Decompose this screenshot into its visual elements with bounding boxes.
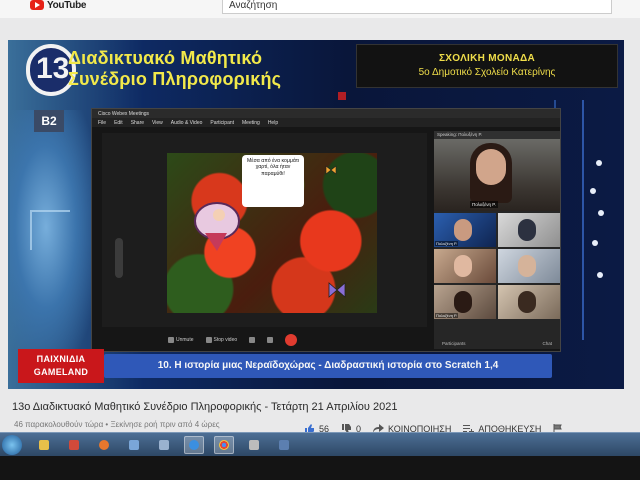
participant-caption: Πολυξένη Ρ.	[435, 313, 459, 318]
category-line2: GAMELAND	[33, 367, 89, 377]
red-marker	[338, 92, 346, 100]
conference-title-line1: Διαδικτυακό Μαθητικό	[68, 48, 263, 68]
menu-item-audio-video[interactable]: Audio & Video	[171, 120, 203, 126]
participant-tile[interactable]: Πολυξένη Ρ.	[434, 213, 496, 247]
chrome-icon[interactable]	[214, 436, 234, 454]
monitor-bezel	[0, 456, 640, 480]
webex-window-title: Cisco Webex Meetings	[98, 110, 150, 117]
more-icon	[267, 337, 274, 343]
stop-video-button[interactable]: Stop video	[205, 337, 237, 343]
conference-logo-number: 13	[36, 52, 70, 85]
category-line1: ΠΑΙΧΝΙΔΙΑ	[36, 354, 86, 364]
webex-controls: Unmute Stop video	[102, 331, 427, 349]
panel-footer: Participants Chat	[434, 339, 560, 349]
share-side-handle[interactable]	[115, 238, 123, 278]
participants-button[interactable]: Participants	[442, 339, 466, 349]
webex-titlebar: Cisco Webex Meetings	[92, 109, 560, 118]
dot	[592, 240, 598, 246]
dot	[598, 210, 604, 216]
app-icon[interactable]	[124, 436, 144, 454]
participant-tile[interactable]	[498, 249, 560, 283]
printer-icon[interactable]	[244, 436, 264, 454]
conference-title: Διαδικτυακό Μαθητικό Συνέδριο Πληροφορικ…	[68, 48, 281, 90]
search-input[interactable]: Αναζήτηση	[222, 0, 612, 14]
participant-tiles: Πολυξένη Ρ. Πολυξένη Ρ.	[434, 213, 560, 319]
speech-bubble: Μέσα από ένα κομμάτι χαρτί, όλα ήταν παρ…	[242, 155, 304, 207]
participant-caption: Πολυξένη Ρ.	[435, 241, 459, 246]
speaking-label: Speaking: Πολυξένη Ρ.	[434, 131, 560, 139]
category-badge: ΠΑΙΧΝΙΔΙΑ GAMELAND	[18, 349, 104, 383]
session-title-banner: 10. Η ιστορία μιας Νεραϊδοχώρας - Διαδρα…	[104, 354, 552, 378]
menu-item-participant[interactable]: Participant	[210, 120, 234, 126]
menu-item-edit[interactable]: Edit	[114, 120, 123, 126]
taskbar-icons	[34, 436, 294, 454]
active-speaker-video[interactable]: Πολυξένη Ρ.	[434, 139, 560, 211]
share-screen-icon	[249, 337, 256, 343]
menu-item-meeting[interactable]: Meeting	[242, 120, 260, 126]
folder-icon[interactable]	[34, 436, 54, 454]
internet-explorer-icon[interactable]	[184, 436, 204, 454]
participant-face	[518, 255, 536, 277]
conference-title-line2: Συνέδριο Πληροφορικής	[68, 69, 282, 89]
chat-button[interactable]: Chat	[542, 339, 552, 349]
dot	[590, 188, 596, 194]
end-call-button[interactable]	[285, 334, 298, 346]
app-icon[interactable]	[274, 436, 294, 454]
decorative-dots	[590, 160, 610, 310]
screen: YouTube Αναζήτηση 13 Διαδικτυακό Μαθητικ…	[0, 0, 640, 480]
youtube-logo[interactable]: YouTube	[30, 0, 87, 11]
participant-tile[interactable]	[434, 249, 496, 283]
youtube-logo-icon	[30, 0, 44, 10]
webex-menubar: File Edit Share View Audio & Video Parti…	[92, 118, 560, 127]
participant-tile[interactable]	[498, 285, 560, 319]
dot	[597, 272, 603, 278]
shared-screen: Μέσα από ένα κομμάτι χαρτί, όλα ήταν παρ…	[102, 133, 427, 327]
menu-item-share[interactable]: Share	[131, 120, 144, 126]
school-box: ΣΧΟΛΙΚΗ ΜΟΝΑΔΑ 5ο Δημοτικό Σχολείο Κατερ…	[356, 44, 618, 88]
menu-item-help[interactable]: Help	[268, 120, 278, 126]
participant-face	[518, 291, 536, 313]
camera-icon	[205, 337, 212, 343]
participant-face	[454, 219, 472, 241]
fairy-sprite	[194, 202, 240, 251]
menu-item-file[interactable]: File	[98, 120, 106, 126]
video-title: 13ο Διαδικτυακό Μαθητικό Συνέδριο Πληροφ…	[12, 401, 398, 413]
video-meta: 46 παρακολουθούν τώρα • Ξεκίνησε ροή πρι…	[14, 420, 220, 429]
firefox-icon[interactable]	[94, 436, 114, 454]
circuit-graphic	[30, 210, 70, 250]
app-icon[interactable]	[154, 436, 174, 454]
video-player[interactable]: 13 Διαδικτυακό Μαθητικό Συνέδριο Πληροφο…	[8, 40, 624, 389]
participant-face	[454, 291, 472, 313]
youtube-header: YouTube Αναζήτηση	[0, 0, 640, 18]
youtube-logo-text: YouTube	[47, 0, 87, 11]
room-badge: Β2	[34, 110, 64, 132]
school-label: ΣΧΟΛΙΚΗ ΜΟΝΑΔΑ	[438, 53, 535, 64]
participant-face	[518, 219, 536, 241]
participant-tile[interactable]	[498, 213, 560, 247]
webex-window: Cisco Webex Meetings File Edit Share Vie…	[91, 108, 561, 352]
taskbar	[0, 432, 640, 456]
butterfly-sprite	[328, 282, 346, 298]
participant-tile[interactable]: Πολυξένη Ρ.	[434, 285, 496, 319]
speaker-face	[476, 149, 506, 185]
media-player-icon[interactable]	[64, 436, 84, 454]
participant-face	[454, 255, 472, 277]
speaker-name: Πολυξένη Ρ.	[470, 201, 498, 208]
more-button[interactable]	[267, 337, 274, 343]
share-button[interactable]	[249, 337, 256, 343]
butterfly-sprite	[325, 165, 337, 175]
school-name: 5ο Δημοτικό Σχολείο Κατερίνης	[418, 67, 556, 78]
participants-panel: Speaking: Πολυξένη Ρ. Πολυξένη Ρ. Πολυξέ…	[434, 131, 560, 349]
unmute-button[interactable]: Unmute	[168, 337, 194, 343]
menu-item-view[interactable]: View	[152, 120, 163, 126]
microphone-icon	[168, 337, 174, 343]
dot	[596, 160, 602, 166]
windows-start-icon[interactable]	[2, 435, 22, 455]
story-slide: Μέσα από ένα κομμάτι χαρτί, όλα ήταν παρ…	[167, 153, 377, 313]
